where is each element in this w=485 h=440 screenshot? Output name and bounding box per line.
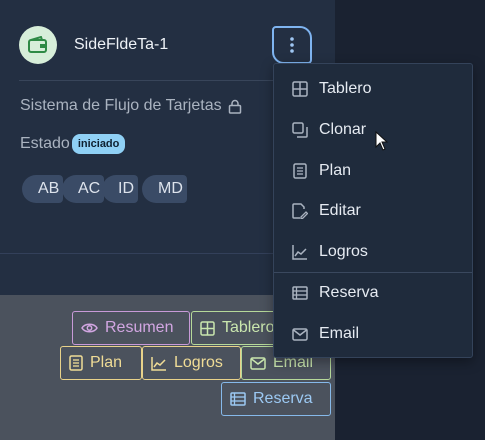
menu-item-tablero[interactable]: Tablero [274,69,472,109]
mail-icon [250,356,266,370]
plan-label: Plan [90,354,123,371]
chart-line-icon [292,244,308,260]
reserva-button[interactable]: Reserva [221,382,331,416]
screen: SideFldeTa-1 Sistema de Flujo de Tarjeta… [0,0,485,440]
avatar[interactable]: MD [142,175,187,203]
plan-button[interactable]: Plan [60,346,142,380]
divider [19,80,315,81]
reserva-label: Reserva [253,390,313,407]
status-badge: iniciado [71,134,126,154]
table-icon [292,81,308,97]
avatar[interactable]: ID [102,175,138,203]
menu-item-label: Plan [319,162,352,179]
mail-icon [292,327,308,341]
copy-icon [292,122,308,138]
menu-item-logros[interactable]: Logros [274,232,472,272]
tablero-label: Tablero [222,319,275,336]
menu-item-label: Tablero [319,80,372,97]
status-row: Estado iniciado [20,134,126,154]
edit-icon [292,203,308,219]
document-icon [292,163,308,179]
menu-item-plan[interactable]: Plan [274,151,472,191]
table-icon [200,320,215,336]
card-title: SideFldeTa-1 [74,36,169,53]
more-options-button[interactable] [272,26,312,64]
list-icon [230,392,246,406]
menu-item-label: Editar [319,202,361,219]
chart-line-icon [151,356,167,371]
eye-icon [81,322,98,334]
system-label: Sistema de Flujo de Tarjetas [20,97,222,114]
document-icon [69,355,83,371]
logros-button[interactable]: Logros [142,346,241,380]
lock-icon [228,99,242,114]
system-row: Sistema de Flujo de Tarjetas [20,97,242,115]
options-menu: Tablero Clonar Plan Editar Logros Reserv… [273,63,473,358]
avatar[interactable]: AB [22,175,64,203]
resumen-button[interactable]: Resumen [72,311,190,345]
menu-item-editar[interactable]: Editar [274,191,472,231]
menu-item-label: Logros [319,243,368,260]
status-label: Estado [20,135,70,152]
menu-item-label: Reserva [319,284,379,301]
avatar[interactable]: AC [62,175,105,203]
mouse-cursor-icon [375,130,389,156]
menu-item-label: Email [319,325,360,342]
menu-item-label: Clonar [319,121,367,138]
menu-item-clonar[interactable]: Clonar [274,110,472,150]
menu-item-email[interactable]: Email [274,314,472,354]
resumen-label: Resumen [105,319,174,336]
kebab-icon [290,37,294,53]
logros-label: Logros [174,354,223,371]
list-icon [292,286,308,300]
wallet-icon [19,26,57,64]
menu-item-reserva[interactable]: Reserva [274,273,472,313]
